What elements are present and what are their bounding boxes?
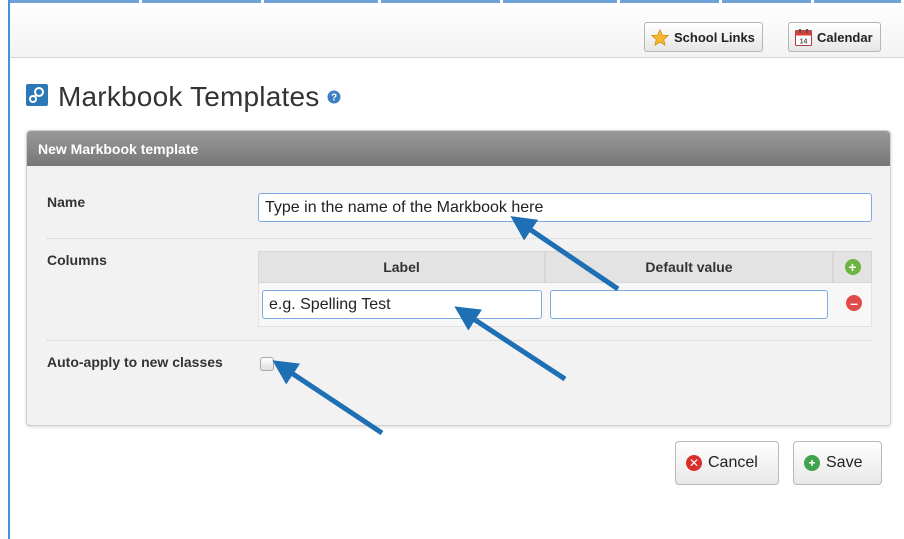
column-label-input[interactable] xyxy=(262,290,542,319)
help-icon[interactable]: ? xyxy=(327,90,341,104)
markbook-icon xyxy=(26,83,48,111)
panel-header: New Markbook template xyxy=(27,131,890,166)
cancel-label: Cancel xyxy=(708,454,758,471)
page-title: Markbook Templates xyxy=(58,81,320,112)
divider xyxy=(47,238,872,239)
divider xyxy=(47,340,872,341)
column-default-value-input[interactable] xyxy=(550,290,828,319)
name-label: Name xyxy=(47,194,86,210)
school-links-label: School Links xyxy=(674,29,755,45)
minus-circle-icon[interactable]: – xyxy=(846,295,862,311)
add-column-cell: + xyxy=(833,251,872,283)
page-header: Markbook Templates ? xyxy=(26,80,341,114)
top-tabs xyxy=(10,0,904,6)
name-input[interactable] xyxy=(258,193,872,222)
columns-table-header: Label Default value + xyxy=(258,251,872,283)
star-icon xyxy=(651,28,669,46)
save-button[interactable]: + Save xyxy=(793,441,882,485)
calendar-icon: 14 xyxy=(795,28,812,46)
top-bar: School Links 14 Calendar xyxy=(10,0,904,58)
save-label: Save xyxy=(826,454,863,471)
auto-apply-label: Auto-apply to new classes xyxy=(47,354,223,370)
default-value-column-header: Default value xyxy=(545,251,833,283)
label-column-header: Label xyxy=(258,251,545,283)
calendar-label: Calendar xyxy=(817,29,873,45)
new-template-panel: New Markbook template Name Columns Label… xyxy=(26,130,891,426)
columns-label: Columns xyxy=(47,252,107,268)
svg-text:?: ? xyxy=(331,93,337,104)
calendar-button[interactable]: 14 Calendar xyxy=(788,22,881,52)
columns-table-row: – xyxy=(258,283,872,327)
calendar-icon-day: 14 xyxy=(800,38,808,45)
school-links-button[interactable]: School Links xyxy=(644,22,763,52)
check-circle-icon: + xyxy=(804,455,820,471)
left-border xyxy=(8,0,10,539)
x-circle-icon: ✕ xyxy=(686,455,702,471)
auto-apply-checkbox[interactable] xyxy=(260,357,274,371)
plus-circle-icon[interactable]: + xyxy=(844,259,861,275)
cancel-button[interactable]: ✕ Cancel xyxy=(675,441,779,485)
